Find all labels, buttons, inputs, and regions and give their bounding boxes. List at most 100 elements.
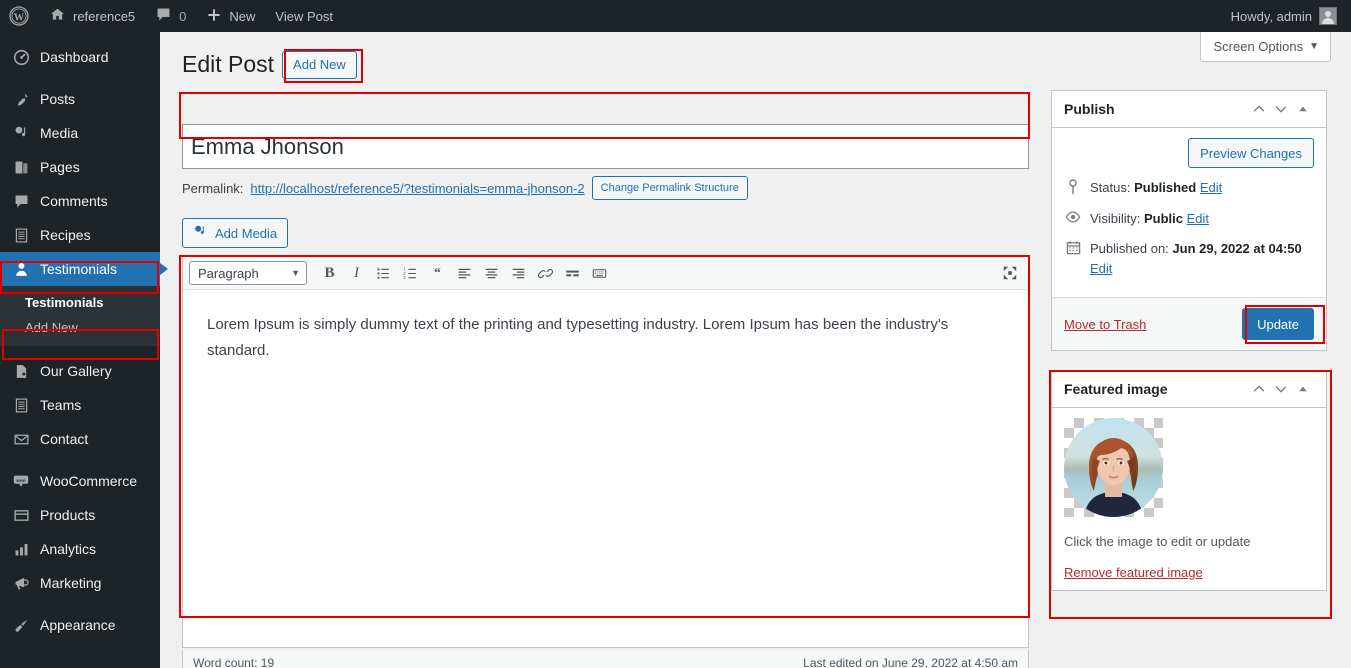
dashboard-icon xyxy=(11,47,31,67)
sidebar-item-woocommerce[interactable]: woo WooCommerce xyxy=(0,464,160,498)
post-title-input[interactable] xyxy=(182,124,1029,169)
comment-count: 0 xyxy=(179,8,187,24)
paragraph-format-label: Paragraph xyxy=(198,265,259,281)
submenu-item-label: Testimonials xyxy=(25,295,104,310)
page-header: Edit Post Add New xyxy=(182,50,357,80)
envelope-icon xyxy=(11,429,31,449)
chevron-down-icon: ▼ xyxy=(291,268,300,278)
sidebar-item-label: Analytics xyxy=(40,541,97,557)
numbered-list-icon[interactable]: 123 xyxy=(398,261,423,286)
permalink-link[interactable]: http://localhost/reference5/?testimonial… xyxy=(250,181,584,196)
svg-text:woo: woo xyxy=(15,478,25,483)
publish-visibility-row: Visibility: Public Edit xyxy=(1064,209,1314,229)
screen-options-label: Screen Options xyxy=(1213,39,1304,54)
insert-read-more-icon[interactable] xyxy=(560,261,585,286)
add-media-label: Add Media xyxy=(215,225,278,241)
chevron-up-icon[interactable] xyxy=(1248,98,1270,120)
permalink-label: Permalink: xyxy=(182,180,244,196)
toggle-panel-icon[interactable] xyxy=(1292,378,1314,400)
fullscreen-icon[interactable] xyxy=(997,261,1022,286)
publish-status-label: Status: xyxy=(1090,180,1131,195)
align-center-icon[interactable] xyxy=(479,261,504,286)
link-icon[interactable] xyxy=(533,261,558,286)
chevron-down-icon[interactable] xyxy=(1270,378,1292,400)
featured-image-thumbnail[interactable] xyxy=(1064,418,1163,517)
publish-date-row: Published on: Jun 29, 2022 at 04:50 Edit xyxy=(1064,239,1314,278)
sidebar-item-recipes[interactable]: Recipes xyxy=(0,218,160,252)
featured-image-caption: Click the image to edit or update xyxy=(1064,534,1251,549)
edit-status-link[interactable]: Edit xyxy=(1200,180,1222,195)
page-title: Edit Post xyxy=(182,51,275,77)
change-permalink-structure-button[interactable]: Change Permalink Structure xyxy=(591,176,748,200)
publish-visibility-label: Visibility: xyxy=(1090,210,1141,226)
add-new-button[interactable]: Add New xyxy=(282,50,357,79)
woman-portrait-circular-thumbnail xyxy=(1064,418,1163,517)
chevron-up-icon[interactable] xyxy=(1248,378,1270,400)
wordpress-logo-icon: W xyxy=(9,6,29,26)
wordpress-logo-button[interactable]: W xyxy=(0,0,39,32)
sidebar-item-dashboard[interactable]: Dashboard xyxy=(0,40,160,74)
bulleted-list-icon[interactable] xyxy=(371,261,396,286)
howdy-label: Howdy, admin xyxy=(1230,8,1312,24)
submenu-item-add-new[interactable]: Add New xyxy=(0,315,160,340)
new-content-button[interactable]: New xyxy=(196,0,265,32)
edit-visibility-link[interactable]: Edit xyxy=(1187,211,1209,226)
paintbrush-icon xyxy=(11,615,31,635)
svg-text:W: W xyxy=(14,12,25,23)
publish-visibility-text: Visibility: Public Edit xyxy=(1090,209,1209,229)
site-name-button[interactable]: reference5 xyxy=(39,0,145,32)
sidebar-item-contact[interactable]: Contact xyxy=(0,422,160,456)
sidebar-item-testimonials[interactable]: Testimonials xyxy=(0,252,168,286)
sidebar-item-media[interactable]: Media xyxy=(0,116,160,150)
admin-sidebar-menu: Dashboard Posts Media Pages Comments Rec… xyxy=(0,32,168,668)
sidebar-item-appearance[interactable]: Appearance xyxy=(0,608,160,642)
editor-status-bar: Word count: 19 Last edited on June 29, 2… xyxy=(182,650,1029,668)
sidebar-item-marketing[interactable]: Marketing xyxy=(0,566,160,600)
image-file-icon xyxy=(11,361,31,381)
view-post-button[interactable]: View Post xyxy=(265,0,343,32)
chevron-down-icon[interactable] xyxy=(1270,98,1292,120)
post-content-body[interactable]: Lorem Ipsum is simply dummy text of the … xyxy=(183,290,1028,647)
post-editor: Paragraph ▼ B I 123 “ Lorem Ipsum is sim… xyxy=(182,256,1029,648)
italic-icon[interactable]: I xyxy=(344,261,369,286)
sidebar-item-posts[interactable]: Posts xyxy=(0,82,160,116)
blockquote-icon[interactable]: “ xyxy=(425,261,450,286)
publish-metabox: Publish Preview Changes Status: Publishe… xyxy=(1051,90,1327,351)
publish-metabox-footer: Move to Trash Update xyxy=(1052,297,1326,350)
move-to-trash-link[interactable]: Move to Trash xyxy=(1064,317,1146,332)
editor-toolbar: Paragraph ▼ B I 123 “ xyxy=(183,257,1028,290)
submenu-item-testimonials[interactable]: Testimonials xyxy=(0,290,160,315)
my-account-button[interactable]: Howdy, admin xyxy=(1221,0,1351,32)
sidebar-item-label: Contact xyxy=(40,431,89,447)
toggle-panel-icon[interactable] xyxy=(1292,98,1314,120)
sidebar-item-label: Appearance xyxy=(40,617,116,633)
sidebar-item-label: Dashboard xyxy=(40,49,109,65)
sidebar-item-products[interactable]: Products xyxy=(0,498,160,532)
sidebar-item-our-gallery[interactable]: Our Gallery xyxy=(0,354,160,388)
screen-options-button[interactable]: Screen Options ▼ xyxy=(1200,32,1331,62)
align-left-icon[interactable] xyxy=(452,261,477,286)
add-media-button[interactable]: Add Media xyxy=(182,218,289,248)
list-view-icon xyxy=(11,395,31,415)
sidebar-item-teams[interactable]: Teams xyxy=(0,388,160,422)
toolbar-toggle-icon[interactable] xyxy=(587,261,612,286)
featured-image-metabox-header: Featured image xyxy=(1052,371,1326,408)
preview-changes-button[interactable]: Preview Changes xyxy=(1188,138,1314,168)
paragraph-format-select[interactable]: Paragraph ▼ xyxy=(189,261,307,285)
sidebar-item-label: WooCommerce xyxy=(40,473,137,489)
view-post-label: View Post xyxy=(275,8,333,24)
publish-visibility-value: Public xyxy=(1143,210,1183,226)
sidebar-item-label: Testimonials xyxy=(40,261,118,277)
publish-status-row: Status: Published Edit xyxy=(1064,178,1314,198)
comments-button[interactable]: 0 xyxy=(145,0,196,32)
chevron-down-icon: ▼ xyxy=(1309,41,1319,52)
edit-date-link[interactable]: Edit xyxy=(1090,259,1302,279)
preview-row: Preview Changes xyxy=(1064,138,1314,168)
align-right-icon[interactable] xyxy=(506,261,531,286)
remove-featured-image-link[interactable]: Remove featured image xyxy=(1064,565,1314,580)
update-button[interactable]: Update xyxy=(1242,308,1314,340)
bold-icon[interactable]: B xyxy=(317,261,342,286)
sidebar-item-analytics[interactable]: Analytics xyxy=(0,532,160,566)
sidebar-item-comments[interactable]: Comments xyxy=(0,184,160,218)
sidebar-item-pages[interactable]: Pages xyxy=(0,150,160,184)
